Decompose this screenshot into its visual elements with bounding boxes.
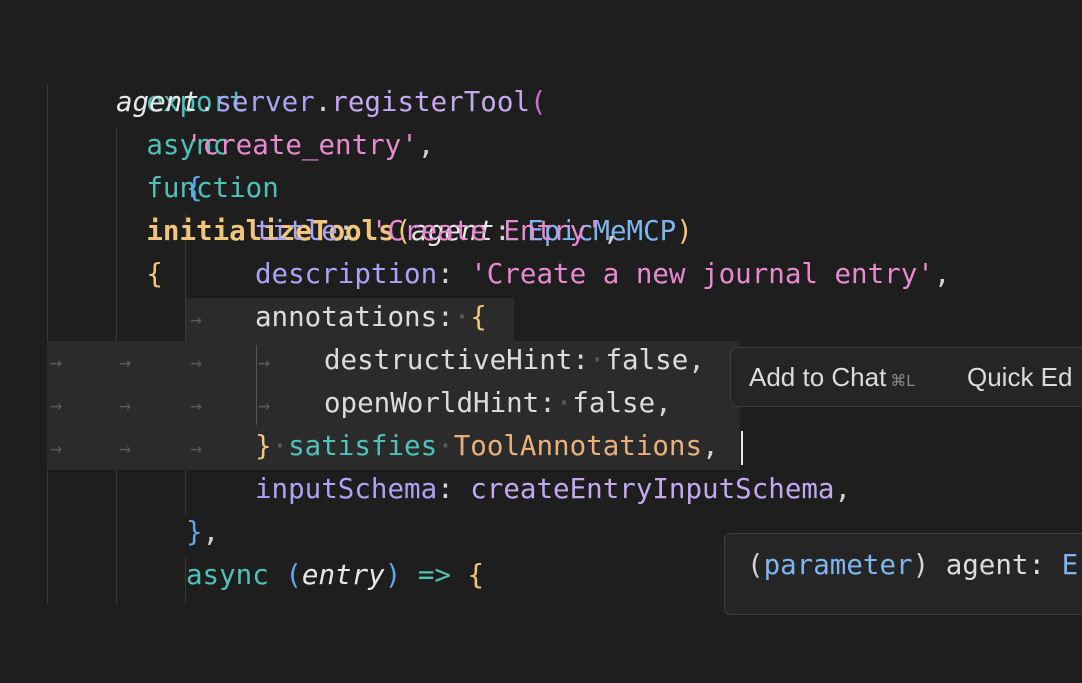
comma: , [834,473,852,505]
arrow-operator: => [417,559,451,591]
text-cursor [741,431,743,465]
code-line-1[interactable]: export async function initializeTools(ag… [0,38,692,290]
colon: : [437,258,471,290]
property-description: description [255,258,438,290]
close-brace: } [255,430,272,462]
tab-marker: → [119,436,132,460]
tooltip-type: E [1061,549,1079,581]
colon: : [437,473,471,505]
tab-marker: → [258,350,271,374]
code-line-9[interactable]: openWorldHint:·false, [0,382,672,425]
comma: , [688,344,705,376]
tab-marker: → [190,393,203,417]
tab-marker: → [119,393,132,417]
tooltip-kind: parameter [763,549,913,581]
type-name: ToolAnnotations [453,430,703,462]
comma: , [702,430,719,462]
open-paren: ( [285,559,302,591]
comma: , [933,258,951,290]
close-paren: ) [384,559,402,591]
code-line-5[interactable]: title: 'Create Entry', [0,210,619,253]
tab-marker: → [190,350,203,374]
space-marker: · [588,344,606,376]
colon: : [337,215,371,247]
member-server: server [215,86,315,118]
comma: , [655,387,672,419]
code-line-8[interactable]: destructiveHint:·false, [0,339,705,382]
code-line-4[interactable]: { [0,167,203,210]
property-open-world-hint: openWorldHint [324,387,540,419]
keyword-function: function [146,172,279,204]
tooltip-name: agent: [929,549,1062,581]
comma: , [202,516,220,548]
code-line-2[interactable]: agent.server.registerTool( [0,81,547,124]
paren: ( [747,549,764,581]
colon: : [572,344,589,376]
open-brace: { [470,301,487,333]
code-line-11[interactable]: inputSchema: createEntryInputSchema, [0,468,851,511]
code-line-6[interactable]: description: 'Create a new journal entry… [0,253,950,296]
object-agent: agent [116,86,199,118]
string-literal: 'create_entry' [186,129,418,161]
tab-marker: → [190,436,203,460]
string-literal: 'Create a new journal entry' [470,258,934,290]
open-brace: { [146,258,163,290]
property-input-schema: inputSchema [255,473,438,505]
colon: : [437,301,454,333]
add-to-chat-label: Add to Chat [749,362,887,392]
param-entry: entry [301,559,385,591]
quick-edit-label: Quick Ed [967,362,1073,392]
method-name: registerTool [331,86,530,118]
shortcut-hint: ⌘L [890,373,916,390]
hover-tooltip: (parameter) agent: E [724,533,1082,615]
boolean-value: false [605,344,689,376]
space-marker: · [453,301,471,333]
comma: , [602,215,620,247]
code-line-10[interactable]: }·satisfies·ToolAnnotations, [0,425,719,468]
space-marker: · [437,430,454,462]
identifier: createEntryInputSchema [470,473,835,505]
code-editor[interactable]: → → → → → → → → → → → → export async fun… [0,0,1082,615]
open-paren: ( [529,86,547,118]
quick-edit-button[interactable]: Quick Ed [967,348,1073,406]
add-to-chat-button[interactable]: Add to Chat ⌘L [749,348,915,406]
comma: , [417,129,435,161]
keyword-async: async [186,559,269,591]
colon: : [539,387,556,419]
inline-action-menu: Add to Chat ⌘L Quick Ed [730,347,1082,407]
tab-marker: → [119,350,132,374]
tab-marker: → [258,393,271,417]
dot: . [314,86,332,118]
open-brace: { [467,559,485,591]
close-brace: } [186,516,203,548]
open-brace: { [186,172,203,204]
dot: . [198,86,216,118]
indent-guide [256,345,257,425]
boolean-value: false [572,387,656,419]
string-literal: 'Create Entry' [370,215,603,247]
property-destructive-hint: destructiveHint [324,344,573,376]
close-paren: ) [676,215,693,247]
property-title: title [255,215,338,247]
code-line-13[interactable]: async (entry) => { [0,554,484,597]
code-line-3[interactable]: 'create_entry', [0,124,434,167]
keyword-satisfies: satisfies [288,430,438,462]
space-marker: · [271,430,289,462]
code-line-12[interactable]: }, [0,511,219,554]
code-line-7[interactable]: annotations:·{ [0,296,487,339]
property-annotations: annotations [255,301,438,333]
paren: ) [912,549,930,581]
space-marker: · [555,387,573,419]
